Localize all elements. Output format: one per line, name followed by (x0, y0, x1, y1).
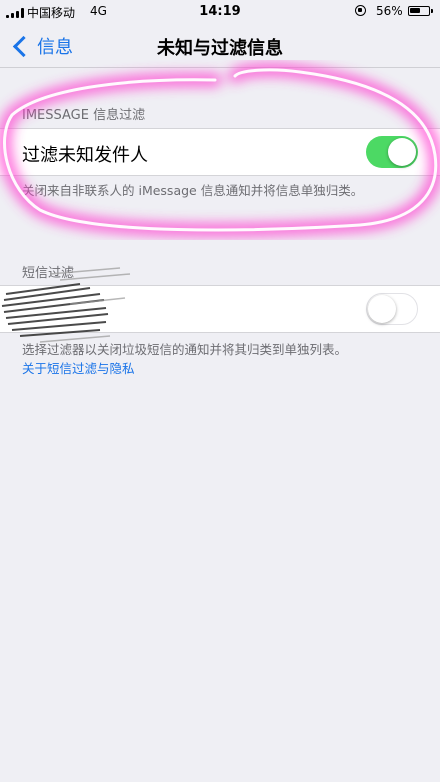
filter-unknown-senders-toggle[interactable] (366, 136, 418, 168)
sms-filter-privacy-link[interactable]: 关于短信过滤与隐私 (22, 358, 135, 377)
toggle-knob (368, 294, 396, 323)
filter-unknown-senders-cell: 过滤未知发件人 (0, 128, 440, 176)
rotation-lock-icon (355, 5, 366, 16)
battery-fill (410, 8, 420, 13)
status-time: 14:19 (199, 4, 241, 19)
navigation-bar: 信息 未知与过滤信息 (0, 24, 440, 68)
status-bar: 中国移动 4G 14:19 56% (0, 0, 440, 24)
sms-section-footer: 选择过滤器以关闭垃圾短信的通知并将其归类到单独列表。 (22, 342, 348, 357)
sms-filter-cell (0, 285, 440, 333)
toggle-knob (388, 138, 416, 166)
imessage-section-footer: 关闭来自非联系人的 iMessage 信息通知并将信息单独归类。 (22, 183, 364, 198)
sms-section-header: 短信过滤 (22, 266, 75, 281)
page-title: 未知与过滤信息 (157, 38, 283, 59)
battery-percent: 56% (376, 4, 403, 18)
sms-filter-toggle[interactable] (366, 293, 418, 325)
filter-unknown-senders-label: 过滤未知发件人 (22, 145, 148, 166)
battery-icon (408, 6, 433, 16)
imessage-section-header: IMESSAGE 信息过滤 (22, 108, 146, 123)
